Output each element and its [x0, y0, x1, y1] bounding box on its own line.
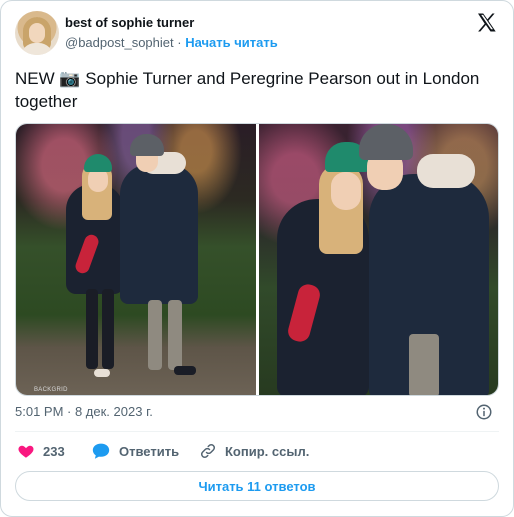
tweet-header: best of sophie turner @badpost_sophiet ·…	[15, 11, 499, 55]
author-display-name[interactable]: best of sophie turner	[65, 15, 194, 30]
divider	[15, 431, 499, 432]
link-icon	[200, 443, 216, 459]
speech-bubble-icon	[92, 443, 110, 459]
x-logo-icon[interactable]	[475, 11, 499, 35]
tweet-media[interactable]: BACKGRID	[15, 123, 499, 396]
heart-icon	[18, 445, 34, 458]
tweet-text: NEW 📷 Sophie Turner and Peregrine Pearso…	[15, 69, 480, 111]
copy-link-button[interactable]: Копир. ссыл.	[199, 442, 309, 460]
reply-label: Ответить	[119, 443, 180, 459]
handle-separator: ·	[177, 35, 182, 50]
reply-button[interactable]: Ответить	[91, 442, 179, 460]
copy-link-label: Копир. ссыл.	[225, 443, 310, 459]
author-handle-row: @badpost_sophiet · Начать читать	[65, 35, 278, 50]
info-icon[interactable]	[475, 403, 493, 421]
photo-watermark: BACKGRID	[34, 387, 68, 393]
tweet-embed-card: best of sophie turner @badpost_sophiet ·…	[0, 0, 514, 517]
photo-right[interactable]	[259, 124, 498, 395]
photo-left[interactable]: BACKGRID	[16, 124, 256, 395]
tweet-timestamp[interactable]: 5:01 PM · 8 дек. 2023 г.	[15, 404, 153, 419]
author-handle[interactable]: @badpost_sophiet	[65, 35, 174, 50]
follow-link[interactable]: Начать читать	[185, 35, 278, 50]
like-count: 233	[43, 443, 65, 459]
avatar[interactable]	[15, 11, 59, 55]
like-button[interactable]: 233	[17, 442, 65, 460]
read-replies-button[interactable]: Читать 11 ответов	[15, 471, 499, 501]
